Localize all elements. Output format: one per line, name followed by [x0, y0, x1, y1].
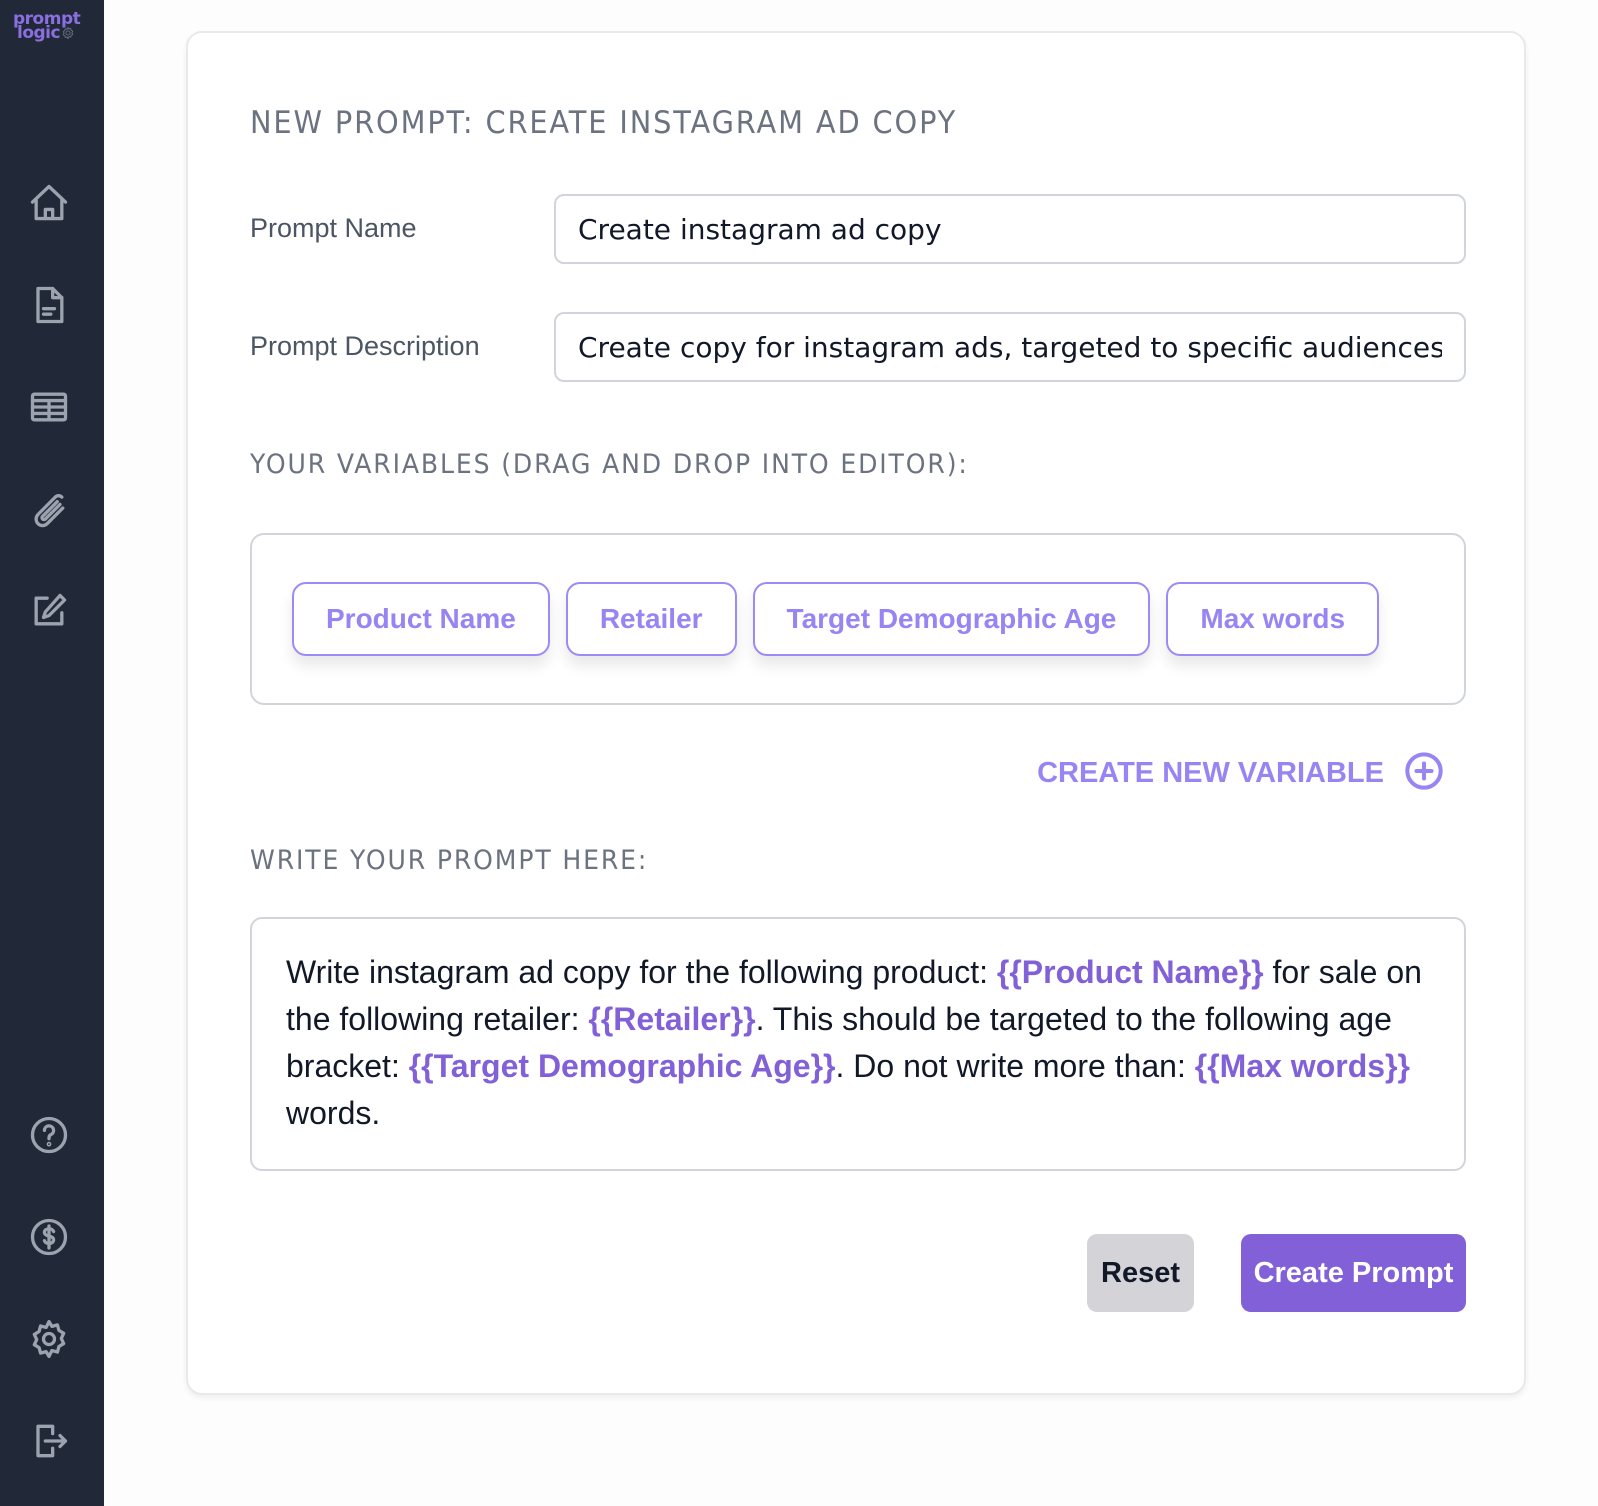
dollar-icon — [30, 1218, 68, 1256]
variable-chip[interactable]: Target Demographic Age — [752, 582, 1151, 656]
paperclip-icon — [34, 494, 65, 528]
sidebar-item-table[interactable] — [26, 384, 72, 430]
variable-chip[interactable]: Retailer — [565, 582, 737, 656]
variable-chip[interactable]: Product Name — [292, 582, 550, 656]
sidebar-item-documents[interactable] — [26, 282, 72, 328]
table-icon — [30, 392, 68, 422]
sidebar-item-settings[interactable] — [26, 1316, 72, 1362]
page-title: NEW PROMPT: CREATE INSTAGRAM AD COPY — [250, 105, 958, 141]
sidebar-item-logout[interactable] — [26, 1418, 72, 1464]
logo-gear-icon — [62, 26, 74, 40]
sidebar-item-attachments[interactable] — [26, 486, 72, 532]
create-new-variable-label: CREATE NEW VARIABLE — [1037, 757, 1384, 789]
prompt-editor[interactable]: Write instagram ad copy for the followin… — [250, 917, 1466, 1171]
variables-container: Product Name Retailer Target Demographic A… — [250, 533, 1466, 705]
prompt-text: . Do not write more than: — [835, 1048, 1195, 1084]
plus-circle-icon — [1404, 751, 1444, 796]
create-new-variable-button[interactable]: CREATE NEW VARIABLE — [1037, 751, 1444, 796]
home-icon — [30, 184, 68, 221]
gear-icon — [32, 1319, 66, 1359]
editor-heading: WRITE YOUR PROMPT HERE: — [250, 845, 649, 876]
variable-chips: Product Name Retailer Target Demographic A… — [292, 582, 1380, 656]
create-prompt-button[interactable]: Create Prompt — [1241, 1234, 1466, 1312]
variable-token: {{Max words}} — [1194, 1048, 1410, 1084]
sidebar-item-help[interactable] — [26, 1112, 72, 1158]
reset-button[interactable]: Reset — [1087, 1234, 1194, 1312]
sidebar-item-edit[interactable] — [26, 588, 72, 634]
logo-line-2: logic — [17, 23, 61, 43]
variables-heading: YOUR VARIABLES (DRAG AND DROP INTO EDITO… — [250, 449, 969, 480]
sidebar-item-home[interactable] — [26, 180, 72, 226]
prompt-text: Write instagram ad copy for the followin… — [286, 954, 997, 990]
document-icon — [36, 286, 64, 324]
variable-token: {{Retailer}} — [588, 1001, 756, 1037]
variable-token: {{Target Demographic Age}} — [408, 1048, 836, 1084]
prompt-description-label: Prompt Description — [250, 331, 480, 361]
logout-icon — [36, 1424, 68, 1458]
help-icon — [30, 1116, 68, 1154]
new-prompt-card: NEW PROMPT: CREATE INSTAGRAM AD COPY Pro… — [186, 31, 1526, 1395]
sidebar-item-billing[interactable] — [26, 1214, 72, 1260]
prompt-description-input[interactable] — [554, 312, 1466, 382]
variable-chip[interactable]: Max words — [1166, 582, 1380, 656]
prompt-name-label: Prompt Name — [250, 213, 417, 243]
prompt-text: words. — [286, 1095, 381, 1131]
edit-icon — [34, 593, 67, 626]
sidebar: prompt logic — [0, 0, 104, 1506]
prompt-name-input[interactable] — [554, 194, 1466, 264]
variable-token: {{Product Name}} — [996, 954, 1264, 990]
app-logo[interactable]: prompt logic — [13, 11, 93, 43]
